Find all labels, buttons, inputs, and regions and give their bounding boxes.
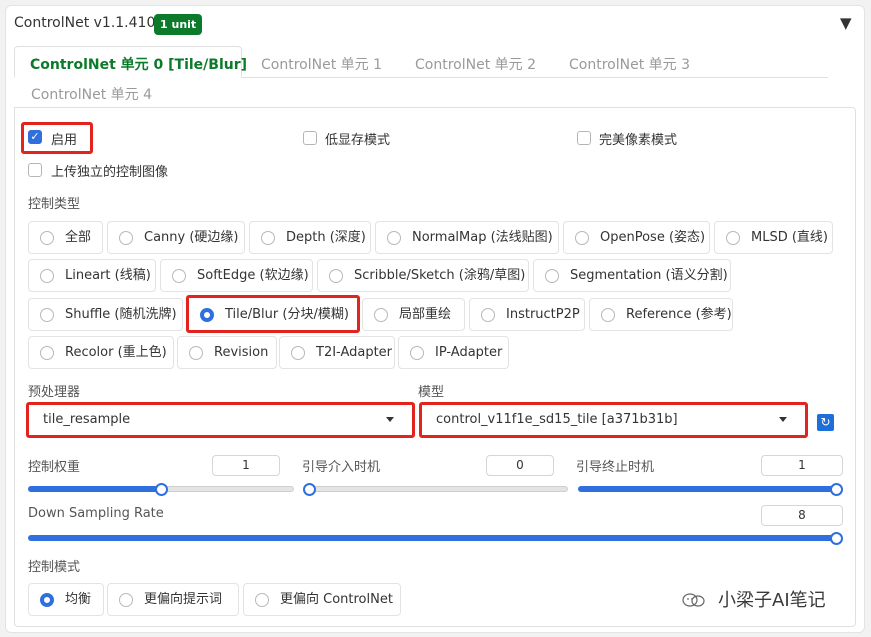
enable-label: 启用 — [51, 133, 78, 148]
model-label: 模型 — [418, 385, 445, 400]
radio-dot — [40, 346, 54, 360]
radio-dot — [119, 231, 133, 245]
control-mode-option[interactable]: 更偏向 ControlNet — [243, 583, 401, 616]
watermark-text: 小梁子AI笔记 — [718, 590, 826, 611]
weight-slider-fill — [28, 486, 161, 492]
control-type-option[interactable]: Reference (参考) — [589, 298, 733, 331]
radio-dot — [545, 269, 559, 283]
pixel-perfect-label: 完美像素模式 — [599, 133, 678, 148]
radio-dot — [291, 346, 305, 360]
control-type-label: 控制类型 — [28, 197, 81, 212]
radio-dot — [374, 308, 388, 322]
radio-dot — [261, 231, 275, 245]
radio-dot — [40, 308, 54, 322]
downsample-label: Down Sampling Rate — [28, 506, 164, 521]
radio-dot — [726, 231, 740, 245]
start-label: 引导介入时机 — [302, 460, 381, 475]
pixel-perfect-checkbox[interactable] — [577, 131, 591, 145]
control-type-option[interactable]: Recolor (重上色) — [28, 336, 174, 369]
tab-unit-4[interactable]: ControlNet 单元 4 — [31, 84, 152, 104]
control-type-option[interactable]: InstructP2P — [469, 298, 585, 331]
refresh-icon[interactable]: ↻ — [817, 414, 834, 431]
chevron-down-icon — [779, 417, 787, 422]
panel-title[interactable]: ControlNet v1.1.410 — [14, 15, 155, 31]
control-type-option[interactable]: Shuffle (随机洗牌) — [28, 298, 183, 331]
tab-unit-2[interactable]: ControlNet 单元 2 — [415, 54, 536, 74]
tile-blur-highlight — [186, 295, 360, 333]
radio-dot-selected — [40, 593, 54, 607]
radio-dot — [601, 308, 615, 322]
control-type-option[interactable]: MLSD (直线) — [714, 221, 833, 254]
control-type-option[interactable]: Depth (深度) — [249, 221, 371, 254]
radio-dot — [387, 231, 401, 245]
chevron-down-icon — [386, 417, 394, 422]
start-slider-thumb[interactable] — [303, 483, 316, 496]
control-mode-option-selected[interactable]: 均衡 — [28, 583, 104, 616]
control-type-option[interactable]: IP-Adapter — [398, 336, 509, 369]
start-input[interactable]: 0 — [486, 455, 554, 476]
tab-unit-3[interactable]: ControlNet 单元 3 — [569, 54, 690, 74]
control-type-option[interactable]: SoftEdge (软边缘) — [160, 259, 313, 292]
unit-count-badge: 1 unit — [154, 14, 203, 35]
start-slider-track[interactable] — [304, 486, 568, 492]
control-type-option[interactable]: Lineart (线稿) — [28, 259, 156, 292]
control-type-option[interactable]: T2I-Adapter — [279, 336, 395, 369]
radio-dot — [410, 346, 424, 360]
tab-divider — [242, 77, 828, 78]
radio-dot — [40, 231, 54, 245]
control-mode-option[interactable]: 更偏向提示词 — [107, 583, 239, 616]
control-type-option[interactable]: Scribble/Sketch (涂鸦/草图) — [317, 259, 529, 292]
radio-dot — [255, 593, 269, 607]
tab-unit-0[interactable]: ControlNet 单元 0 [Tile/Blur] — [14, 46, 247, 78]
wechat-icon — [682, 593, 705, 607]
downsample-slider-thumb[interactable] — [830, 532, 843, 545]
downsample-input[interactable]: 8 — [761, 505, 843, 526]
control-mode-label: 控制模式 — [28, 560, 81, 575]
weight-slider-thumb[interactable] — [155, 483, 168, 496]
weight-label: 控制权重 — [28, 460, 81, 475]
radio-dot — [481, 308, 495, 322]
control-type-option[interactable]: Revision — [177, 336, 277, 369]
downsample-slider-fill[interactable] — [28, 535, 838, 541]
control-type-option[interactable]: Canny (硬边缘) — [107, 221, 245, 254]
control-type-option[interactable]: Segmentation (语义分割) — [533, 259, 731, 292]
weight-input[interactable]: 1 — [212, 455, 280, 476]
end-slider-thumb[interactable] — [830, 483, 843, 496]
triangle-down-icon[interactable]: ▼ — [840, 14, 852, 32]
tab-unit-1[interactable]: ControlNet 单元 1 — [261, 54, 382, 74]
upload-independent-label: 上传独立的控制图像 — [51, 165, 169, 180]
control-type-option[interactable]: NormalMap (法线贴图) — [375, 221, 559, 254]
control-type-option[interactable]: OpenPose (姿态) — [563, 221, 710, 254]
low-vram-label: 低显存模式 — [325, 133, 391, 148]
radio-dot — [329, 269, 343, 283]
radio-dot — [575, 231, 589, 245]
end-slider-fill[interactable] — [578, 486, 838, 492]
enable-checkbox[interactable]: ✓ — [28, 130, 42, 144]
end-input[interactable]: 1 — [761, 455, 843, 476]
preprocessor-select[interactable]: tile_resample — [26, 402, 415, 438]
model-select[interactable]: control_v11f1e_sd15_tile [a371b31b] — [419, 402, 808, 438]
upload-independent-checkbox[interactable] — [28, 163, 42, 177]
control-type-option[interactable]: 全部 — [28, 221, 103, 254]
radio-dot — [172, 269, 186, 283]
radio-dot — [119, 593, 133, 607]
radio-dot — [189, 346, 203, 360]
radio-dot — [40, 269, 54, 283]
control-type-option[interactable]: 局部重绘 — [362, 298, 465, 331]
end-label: 引导终止时机 — [576, 460, 655, 475]
low-vram-checkbox[interactable] — [303, 131, 317, 145]
preprocessor-label: 预处理器 — [28, 385, 81, 400]
